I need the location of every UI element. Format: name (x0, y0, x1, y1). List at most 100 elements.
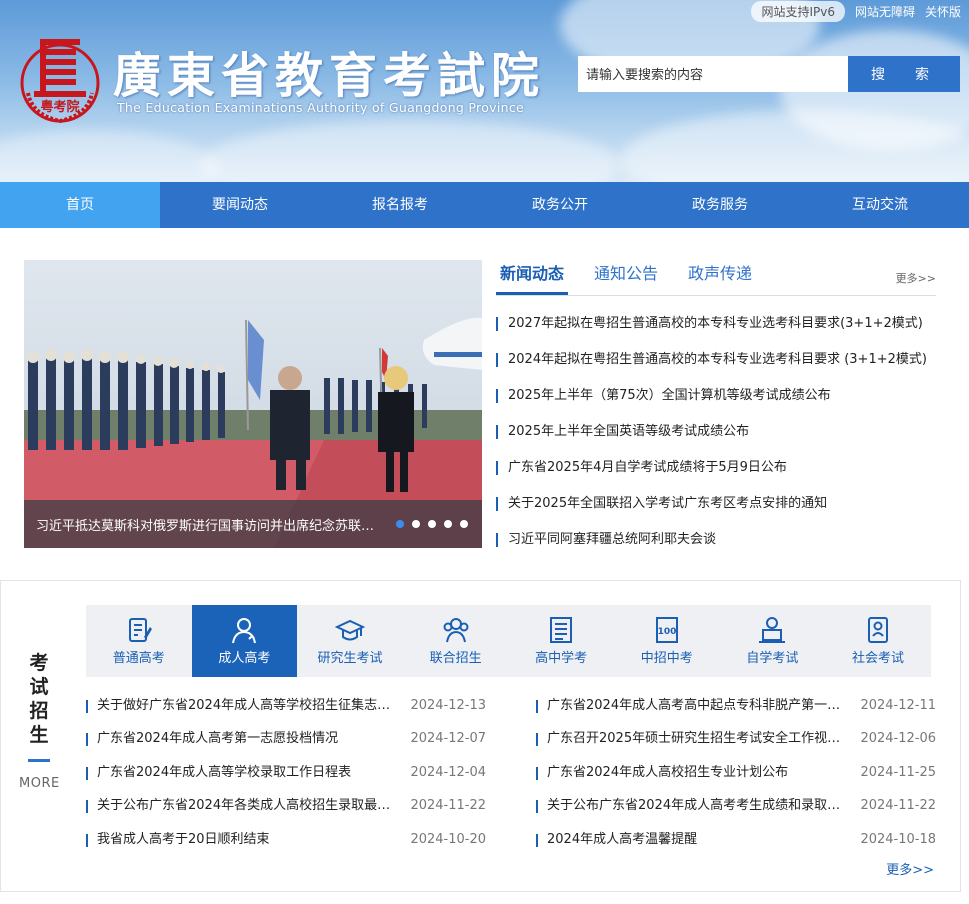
item-date: 2024-12-11 (860, 698, 936, 713)
logo-text: 粤考院 (40, 99, 79, 115)
tab-news-dynamics[interactable]: 新闻动态 (496, 256, 569, 295)
tab-label: 成人高考 (218, 651, 271, 666)
exam-section-title: 考试招生 (29, 652, 49, 746)
nav-item-home[interactable]: 首页 (0, 182, 160, 228)
exam-news-list-right: 广东省2024年成人高考高中起点专科非脱产第一志愿投档情况2024-12-11 … (536, 693, 936, 860)
item-title[interactable]: 2024年成人高考温馨提醒 (547, 827, 847, 860)
item-title[interactable]: 广东省2024年成人高考第一志愿投档情况 (97, 726, 397, 759)
nav-item-news[interactable]: 要闻动态 (160, 182, 320, 228)
slide-dot[interactable] (460, 520, 468, 528)
item-date: 2024-10-20 (410, 831, 486, 847)
exam-category-tabs: 普通高考 成人高考 研究生考试 联合招生 高中学考 100 中招中考 自学考试 (86, 605, 931, 677)
tab-joint-enrollment[interactable]: 联合招生 (403, 605, 509, 677)
news-item[interactable]: 2024年起拟在粤招生普通高校的本专科专业选考科目要求 (3+1+2模式) (496, 344, 936, 380)
accessibility-link[interactable]: 网站无障碍 (855, 3, 915, 20)
item-title[interactable]: 广东召开2025年硕士研究生招生考试安全工作视频会议 (547, 726, 847, 759)
sky-cloud (200, 120, 620, 182)
slide-dot[interactable] (428, 520, 436, 528)
item-date: 2024-12-06 (860, 731, 936, 747)
sky-cloud (0, 130, 220, 182)
slide-dot[interactable] (412, 520, 420, 528)
item-date: 2024-12-13 (410, 698, 486, 713)
list-item[interactable]: 我省成人高考于20日顺利结束 2024-10-20 (86, 827, 486, 860)
divider (28, 759, 50, 762)
list-item[interactable]: 广东召开2025年硕士研究生招生考试安全工作视频会议 2024-12-06 (536, 726, 936, 759)
list-item[interactable]: 广东省2024年成人高考第一志愿投档情况 2024-12-07 (86, 726, 486, 759)
item-title[interactable]: 广东省2024年成人高校招生专业计划公布 (547, 760, 847, 793)
tab-zhongkao[interactable]: 100 中招中考 (614, 605, 720, 677)
list-item[interactable]: 关于做好广东省2024年成人高等学校招生征集志愿工作的通知 2024-12-13 (86, 693, 486, 726)
slide-caption[interactable]: 习近平抵达莫斯科对俄罗斯进行国事访问并出席纪念苏联伟大卫国战争胜利80周年庆典 (36, 515, 386, 534)
search-input[interactable] (578, 56, 848, 92)
main-nav: 首页 要闻动态 报名报考 政务公开 政务服务 互动交流 (0, 182, 969, 228)
list-item[interactable]: 2024年成人高考温馨提醒 2024-10-18 (536, 827, 936, 860)
item-title[interactable]: 广东省2024年成人高考高中起点专科非脱产第一志愿投档情况 (547, 693, 847, 726)
svg-text:100: 100 (657, 627, 676, 637)
tab-postgraduate[interactable]: 研究生考试 (297, 605, 403, 677)
tab-label: 普通高考 (112, 651, 165, 666)
news-item[interactable]: 关于2025年全国联招入学考试广东考区考点安排的通知 (496, 488, 936, 524)
exam-paper-icon (128, 618, 152, 642)
nav-item-registration[interactable]: 报名报考 (320, 182, 480, 228)
tab-general-gaokao[interactable]: 普通高考 (86, 605, 192, 677)
slide-dots (396, 520, 468, 528)
list-item[interactable]: 关于公布广东省2024年成人高考考生成绩和录取结果的通知 2024-11-22 (536, 793, 936, 826)
document-list-icon (550, 617, 573, 643)
news-item[interactable]: 2025年上半年全国英语等级考试成绩公布 (496, 416, 936, 452)
id-card-icon (867, 617, 888, 643)
exam-side-label: 考试招生 MORE (19, 651, 59, 791)
nav-item-gov-affairs[interactable]: 政务公开 (480, 182, 640, 228)
group-people-icon (443, 618, 469, 643)
tab-policy-voice[interactable]: 政声传递 (684, 256, 756, 295)
news-item[interactable]: 广东省2025年4月自学考试成绩将于5月9日公布 (496, 452, 936, 488)
exam-admissions-section: 考试招生 MORE 普通高考 成人高考 研究生考试 联合招生 高中学考 100 … (0, 580, 961, 892)
nav-item-interaction[interactable]: 互动交流 (800, 182, 960, 228)
tab-notices[interactable]: 通知公告 (590, 256, 662, 295)
nav-item-gov-services[interactable]: 政务服务 (640, 182, 800, 228)
news-item[interactable]: 2025年上半年（第75次）全国计算机等级考试成绩公布 (496, 380, 936, 416)
news-tabs: 新闻动态 通知公告 政声传递 更多>> (496, 256, 936, 296)
tab-label: 联合招生 (429, 651, 482, 666)
tab-self-study-exam[interactable]: 自学考试 (720, 605, 826, 677)
item-date: 2024-11-25 (860, 764, 936, 780)
elderly-mode-link[interactable]: 关怀版 (925, 3, 961, 20)
exam-more-link[interactable]: MORE (19, 776, 60, 791)
item-date: 2024-11-22 (410, 798, 486, 814)
tab-social-exam[interactable]: 社会考试 (825, 605, 931, 677)
item-title[interactable]: 关于公布广东省2024年成人高考考生成绩和录取结果的通知 (547, 793, 847, 826)
news-panel: 新闻动态 通知公告 政声传递 更多>> 2027年起拟在粤招生普通高校的本专科专… (496, 256, 936, 560)
item-title[interactable]: 关于公布广东省2024年各类成人高校招生录取最低控制分数线的通知 (97, 793, 397, 826)
item-date: 2024-11-22 (860, 798, 936, 814)
item-date: 2024-12-04 (410, 764, 486, 780)
item-title[interactable]: 关于做好广东省2024年成人高等学校招生征集志愿工作的通知 (97, 693, 397, 726)
news-slider[interactable]: 习近平抵达莫斯科对俄罗斯进行国事访问并出席纪念苏联伟大卫国战争胜利80周年庆典 (24, 260, 482, 548)
slide-caption-bar: 习近平抵达莫斯科对俄罗斯进行国事访问并出席纪念苏联伟大卫国战争胜利80周年庆典 (24, 500, 482, 548)
logo-emblem-icon[interactable]: 粤考院 (18, 33, 102, 125)
tab-label: 社会考试 (851, 651, 904, 666)
tab-label: 研究生考试 (317, 651, 383, 666)
item-title[interactable]: 我省成人高考于20日顺利结束 (97, 827, 397, 860)
slide-dot[interactable] (444, 520, 452, 528)
graduation-cap-icon (334, 619, 365, 641)
news-item[interactable]: 2027年起拟在粤招生普通高校的本专科专业选考科目要求(3+1+2模式) (496, 308, 936, 344)
search-button[interactable]: 搜 索 (848, 56, 960, 92)
top-utility-bar: 网站支持IPv6 网站无障碍 关怀版 (751, 1, 961, 22)
sky-cloud (620, 110, 969, 182)
news-more-link[interactable]: 更多>> (896, 270, 936, 286)
site-title: 廣東省教育考試院 (113, 48, 546, 104)
slide-dot[interactable] (396, 520, 404, 528)
item-date: 2024-10-18 (860, 831, 936, 847)
list-item[interactable]: 关于公布广东省2024年各类成人高校招生录取最低控制分数线的通知 2024-11-… (86, 793, 486, 826)
list-item[interactable]: 广东省2024年成人高等学校录取工作日程表 2024-12-04 (86, 760, 486, 793)
news-item[interactable]: 习近平同阿塞拜疆总统阿利耶夫会谈 (496, 524, 936, 560)
adult-person-icon (232, 618, 257, 644)
laptop-user-icon (759, 617, 786, 643)
exam-list-more-link[interactable]: 更多>> (886, 859, 934, 878)
site-subtitle: The Education Examinations Authority of … (117, 100, 525, 115)
item-title[interactable]: 广东省2024年成人高等学校录取工作日程表 (97, 760, 397, 793)
ipv6-badge: 网站支持IPv6 (751, 1, 845, 22)
list-item[interactable]: 广东省2024年成人高考高中起点专科非脱产第一志愿投档情况 2024-12-11 (536, 693, 936, 726)
tab-high-school-academic[interactable]: 高中学考 (508, 605, 614, 677)
list-item[interactable]: 广东省2024年成人高校招生专业计划公布 2024-11-25 (536, 760, 936, 793)
tab-adult-gaokao[interactable]: 成人高考 (191, 605, 298, 677)
